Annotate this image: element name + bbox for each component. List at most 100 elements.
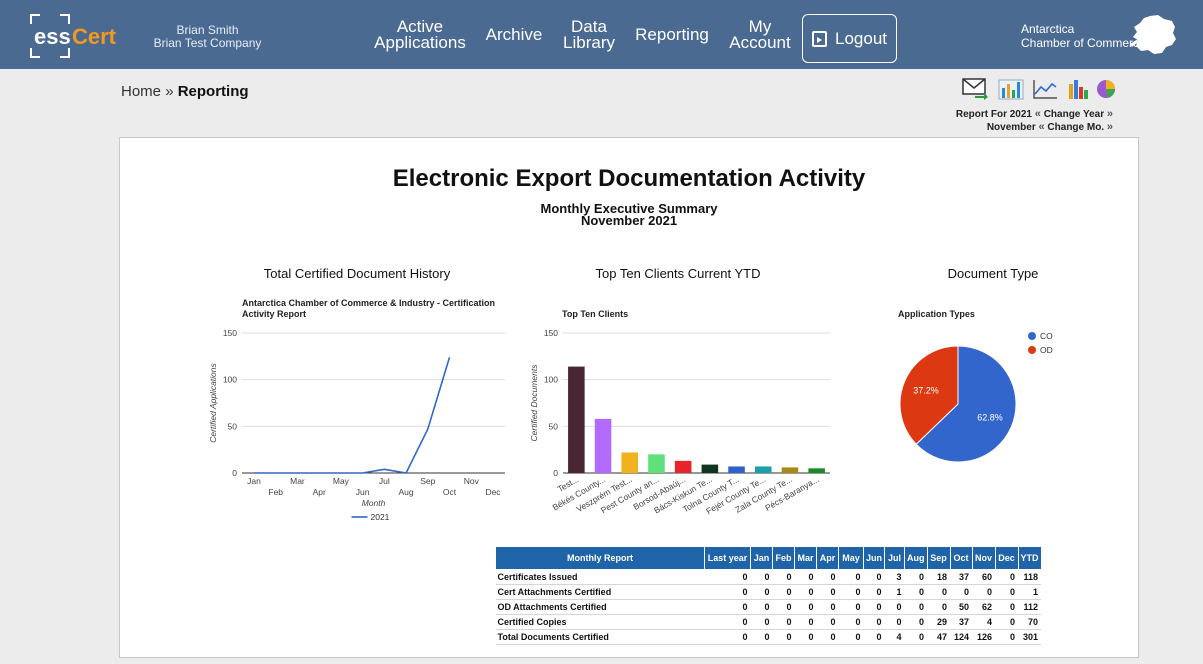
- column-chart-icon[interactable]: [1066, 78, 1092, 100]
- history-line-chart: Antarctica Chamber of Commerce & Industr…: [208, 298, 505, 520]
- table-cell: 0: [838, 629, 864, 645]
- top-navigation-bar: ess Cert Brian Smith Brian Test Company …: [0, 0, 1203, 69]
- table-cell: 0: [838, 599, 864, 615]
- logout-button[interactable]: Logout: [802, 14, 897, 63]
- nav-label: Active Applications: [374, 16, 466, 52]
- esscert-logo[interactable]: ess Cert: [30, 14, 120, 58]
- table-cell: 0: [995, 629, 1019, 645]
- table-header-cell: Dec: [994, 546, 1019, 570]
- pie-slice-label: 62.8%: [977, 413, 1003, 423]
- table-cell: 50: [950, 599, 973, 615]
- table-row: OD Attachments Certified 0 0 0 0 0 0 0 0 0 0 50 62 0 1…: [495, 599, 1042, 615]
- table-cell: 0: [750, 569, 773, 585]
- row-label: Certified Copies: [495, 614, 705, 630]
- email-report-icon[interactable]: [962, 78, 988, 100]
- bar-chart-icon[interactable]: [998, 78, 1024, 100]
- table-cell: 0: [863, 569, 885, 585]
- prev-month-button[interactable]: «: [1039, 121, 1045, 133]
- nav-data-library[interactable]: Data Library: [560, 0, 618, 69]
- table-row: Certificates Issued 0 0 0 0 0 0 0 3 0 18 37 60 0 118: [495, 569, 1042, 585]
- table-cell: 0: [750, 614, 773, 630]
- table-cell: 0: [884, 599, 905, 615]
- table-cell: 0: [704, 584, 751, 600]
- table-cell: 0: [863, 614, 885, 630]
- table-cell: 0: [704, 614, 751, 630]
- series-line: [254, 357, 451, 474]
- nav-archive[interactable]: Archive: [480, 0, 548, 69]
- table-header-cell: YTD: [1017, 546, 1042, 570]
- row-label: Cert Attachments Certified: [495, 584, 705, 600]
- nav-label: My Account: [729, 16, 791, 52]
- x-tick-label: Sep: [420, 476, 435, 486]
- bar: [701, 464, 719, 473]
- table-cell: 126: [972, 629, 996, 645]
- y-tick-label: 150: [544, 328, 558, 338]
- bar: [781, 467, 799, 473]
- table-cell: 0: [794, 614, 817, 630]
- table-cell: 0: [904, 629, 928, 645]
- table-header-cell: Last year: [704, 546, 751, 570]
- table-header-cell: Monthly Report: [495, 546, 705, 570]
- next-month-button[interactable]: »: [1107, 121, 1113, 133]
- nav-active-applications[interactable]: Active Applications: [372, 0, 468, 69]
- table-cell: 0: [704, 599, 751, 615]
- table-cell: 0: [838, 614, 864, 630]
- table-cell: 0: [904, 569, 928, 585]
- report-panel: Electronic Export Documentation Activity…: [119, 137, 1139, 658]
- table-cell: 62: [972, 599, 996, 615]
- monthly-report-table: Monthly Report Last year Jan Feb Mar Apr May Ju…: [495, 546, 1042, 645]
- x-tick-label: Aug: [399, 487, 414, 497]
- table-cell: 0: [863, 599, 885, 615]
- table-cell: 0: [750, 599, 773, 615]
- prev-year-button[interactable]: «: [1035, 108, 1041, 120]
- table-cell: 0: [995, 584, 1019, 600]
- table-header-cell: May: [838, 546, 864, 570]
- table-row: Cert Attachments Certified 0 0 0 0 0 0 0 1 0 0 0 0 0 1: [495, 584, 1042, 600]
- logo-text-ess: ess: [34, 24, 71, 49]
- bar: [568, 366, 585, 473]
- table-header-cell: Apr: [816, 546, 839, 570]
- legend-label: OD: [1040, 345, 1053, 355]
- clients-heading: Top Ten Clients Current YTD: [595, 266, 761, 281]
- table-cell: 0: [772, 569, 795, 585]
- table-cell: 0: [838, 569, 864, 585]
- report-period: November 2021: [580, 213, 678, 228]
- table-cell: 0: [904, 614, 928, 630]
- x-tick-label: May: [333, 476, 350, 486]
- table-header-cell: Jun: [862, 546, 886, 570]
- line-chart-title: Activity Report: [242, 309, 306, 319]
- breadcrumb: Home » Reporting: [121, 83, 249, 100]
- nav-my-account[interactable]: My Account: [726, 0, 794, 69]
- x-tick-label: Oct: [443, 487, 457, 497]
- logo-text-cert: Cert: [72, 24, 117, 49]
- breadcrumb-home-link[interactable]: Home: [121, 83, 161, 100]
- table-cell: 0: [794, 584, 817, 600]
- bar: [621, 452, 639, 473]
- report-title: Electronic Export Documentation Activity: [392, 165, 866, 192]
- next-year-button[interactable]: »: [1107, 108, 1113, 120]
- doctype-heading: Document Type: [947, 266, 1039, 281]
- x-tick-label: Apr: [313, 487, 326, 497]
- x-tick-label: Jul: [379, 476, 390, 486]
- bar-chart-title: Top Ten Clients: [562, 309, 628, 319]
- line-chart-icon[interactable]: [1032, 78, 1058, 100]
- legend-swatch: [1028, 332, 1036, 340]
- nav-label: Data Library: [563, 16, 615, 52]
- table-cell: 0: [772, 629, 795, 645]
- logout-label: Logout: [835, 28, 887, 48]
- x-tick-label: Mar: [290, 476, 305, 486]
- pie-chart-icon[interactable]: [1096, 78, 1122, 100]
- table-cell: 0: [904, 599, 928, 615]
- table-cell: 0: [950, 584, 973, 600]
- table-header-cell: Oct: [949, 546, 973, 570]
- table-cell: 0: [816, 614, 839, 630]
- table-header-row: Monthly Report Last year Jan Feb Mar Apr May Ju…: [495, 546, 1042, 570]
- nav-reporting[interactable]: Reporting: [632, 0, 712, 69]
- chamber-name: Antarctica Chamber of Commerce: [1021, 22, 1146, 50]
- table-cell: 112: [1018, 599, 1042, 615]
- table-cell: 0: [995, 599, 1019, 615]
- y-axis-label: Certified Applications: [208, 362, 218, 442]
- table-cell: 0: [704, 569, 751, 585]
- pie-slice-label: 37.2%: [913, 385, 939, 395]
- y-tick-label: 50: [228, 421, 238, 431]
